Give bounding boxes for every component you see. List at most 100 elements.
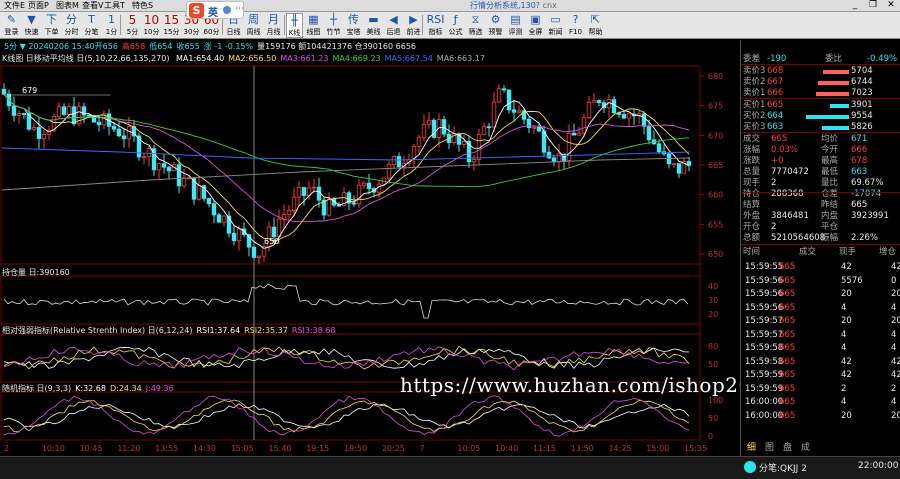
- toolbar-button[interactable]: 分分时: [62, 13, 81, 38]
- toolbar-button[interactable]: 月月线: [264, 13, 283, 38]
- toolbar-button[interactable]: ◀ 后退: [384, 13, 403, 38]
- toolbar-button[interactable]: 1 1分: [102, 13, 121, 38]
- quote-divider: [741, 192, 900, 193]
- toolbar-button[interactable]: ▬ 美线: [364, 13, 383, 38]
- ticks-header-price: 成交: [799, 247, 817, 257]
- toolbar-button[interactable]: ▭ 新闻: [546, 13, 565, 38]
- toolbar-button[interactable]: ⚙ 预警: [486, 13, 505, 38]
- tick-price: 665: [779, 397, 796, 407]
- kdj-label[interactable]: 随机指标 日(9,3,3): [2, 384, 71, 393]
- quote-tab[interactable]: 盘: [783, 440, 792, 453]
- tick-price: 665: [779, 410, 796, 421]
- restore-icon[interactable]: ❐: [864, 0, 882, 11]
- time-tick-label: 7: [420, 444, 425, 453]
- toolbar-button[interactable]: 周周线: [244, 13, 263, 38]
- oi-label[interactable]: 持仓量 日:390160: [2, 268, 70, 277]
- connection-status-icon: [744, 461, 756, 473]
- detail-label-2: 均价: [821, 134, 839, 144]
- toolbar-button[interactable]: T 分笔: [82, 13, 101, 38]
- bid-price: 665: [767, 100, 784, 110]
- toolbar-label: 筛选: [468, 28, 483, 36]
- toolbar-separator: [284, 15, 285, 35]
- toolbar-button[interactable]: 10 10分: [142, 13, 161, 38]
- bid-row: 买价2 664 9554: [741, 111, 900, 122]
- menu-item[interactable]: 页面P: [28, 1, 49, 11]
- ask-row: 卖价3 668 5704: [741, 66, 900, 77]
- toolbar-button[interactable]: 下下单: [42, 13, 61, 38]
- candle-body: [41, 134, 47, 139]
- tick-volume: 4: [841, 302, 847, 313]
- close-icon[interactable]: ✕: [882, 0, 900, 11]
- toolbar-button[interactable]: 传宝塔: [344, 13, 363, 38]
- toolbar-button[interactable]: ⧖ 筛选: [466, 13, 485, 38]
- toolbar-label: 月线: [266, 28, 281, 36]
- detail-value-2: 665: [851, 200, 868, 210]
- detail-label: 开仓: [743, 222, 761, 232]
- candle-body: [461, 141, 467, 145]
- toolbar-button[interactable]: ƒ 公式: [446, 13, 465, 38]
- toolbar-button[interactable]: RSI 指标: [426, 13, 445, 38]
- toolbar-label: 1分: [105, 28, 118, 36]
- candle-body: [86, 114, 92, 117]
- low-marker-label: 650: [264, 237, 279, 246]
- minimize-icon[interactable]: _: [846, 0, 864, 11]
- menu-item[interactable]: 文件E: [4, 1, 25, 11]
- toolbar-button[interactable]: ▣ 全屏: [526, 13, 545, 38]
- toolbar-label: 5分: [126, 28, 139, 36]
- ask-price: 668: [767, 66, 784, 76]
- candle-body: [496, 88, 502, 103]
- detail-label: 涨跌: [743, 156, 761, 166]
- quote-tab[interactable]: 细: [747, 440, 756, 453]
- detail-label-2: 平仓: [821, 222, 839, 232]
- ime-mode-label[interactable]: 英: [208, 4, 218, 19]
- tick-time: 16:00:00: [745, 397, 784, 407]
- toolbar-button[interactable]: ▶ 前进: [404, 13, 423, 38]
- chart-area[interactable]: 5分 ▼ 20240206 15:40开656 高658 低654 收655 涨 -1 …: [0, 40, 791, 465]
- toolbar-button[interactable]: ✎ 登录: [2, 13, 21, 38]
- candle-body: [71, 106, 77, 125]
- toolbar-button[interactable]: ╫ K线: [286, 13, 303, 38]
- tick-time: 15:59:58: [745, 343, 784, 353]
- toolbar-button[interactable]: ▤ 评测: [506, 13, 525, 38]
- tick-oi-change: 20: [891, 289, 900, 299]
- menu-item[interactable]: 查看V: [82, 1, 103, 11]
- tick-volume: 42: [841, 370, 852, 380]
- toolbar-button[interactable]: ? F10: [566, 13, 585, 38]
- toolbar-button[interactable]: ┼ 竹节: [324, 13, 343, 38]
- toolbar-label: 线图: [306, 28, 321, 36]
- menu-item[interactable]: 工具T: [104, 1, 125, 11]
- candle-body: [491, 101, 497, 128]
- candle-body: [66, 106, 72, 115]
- detail-value: 7770472: [771, 167, 809, 177]
- toolbar-button[interactable]: ▼ 快速: [22, 13, 41, 38]
- tick-oi-change: 4: [891, 343, 897, 353]
- time-tick-label: 13:50: [571, 444, 594, 453]
- candle-body: [641, 113, 647, 127]
- ime-more-icon[interactable]: ⋯: [235, 4, 244, 14]
- detail-label-2: 最低: [821, 167, 839, 177]
- tick-row: 15:59:57 665 4 4: [741, 330, 900, 341]
- menu-item[interactable]: 特色S: [132, 1, 153, 11]
- rsi-label[interactable]: 相对强弱指标(Relative Strenth Index) 日(6,12,24…: [2, 326, 192, 335]
- toolbar-button[interactable]: 15 15分: [162, 13, 181, 38]
- detail-row: 涨跌 +0 最高 678: [741, 156, 900, 167]
- toolbar-label: 登录: [4, 28, 19, 36]
- toolbar-button[interactable]: ▦ 线图: [304, 13, 323, 38]
- candle-body: [566, 132, 572, 161]
- toolbar-label: 竹节: [326, 28, 341, 36]
- toolbar-button[interactable]: ⇱ 帮助: [586, 13, 605, 38]
- candle-body: [471, 158, 477, 163]
- price-tick-label: 650: [708, 250, 723, 259]
- menu-item[interactable]: 图表M: [56, 1, 79, 11]
- ask-row: 卖价2 667 6744: [741, 77, 900, 88]
- quote-tab[interactable]: 图: [765, 440, 774, 453]
- kdj-line: [3, 395, 690, 437]
- kdj-tick-label: 100: [708, 396, 723, 405]
- kline-chart-svg[interactable]: 680 675 670 665 660 655 650 40 30 20 80 50 100 50 0 2 10…: [0, 40, 740, 465]
- quote-tab[interactable]: 成: [801, 440, 810, 453]
- candle-body: [21, 113, 27, 115]
- time-tick-label: 2: [4, 444, 9, 453]
- toolbar-button[interactable]: 5 5分: [124, 13, 141, 38]
- ime-toolbar[interactable]: S 英 ⋯: [186, 1, 244, 19]
- tick-time: 15:59:57: [745, 329, 784, 340]
